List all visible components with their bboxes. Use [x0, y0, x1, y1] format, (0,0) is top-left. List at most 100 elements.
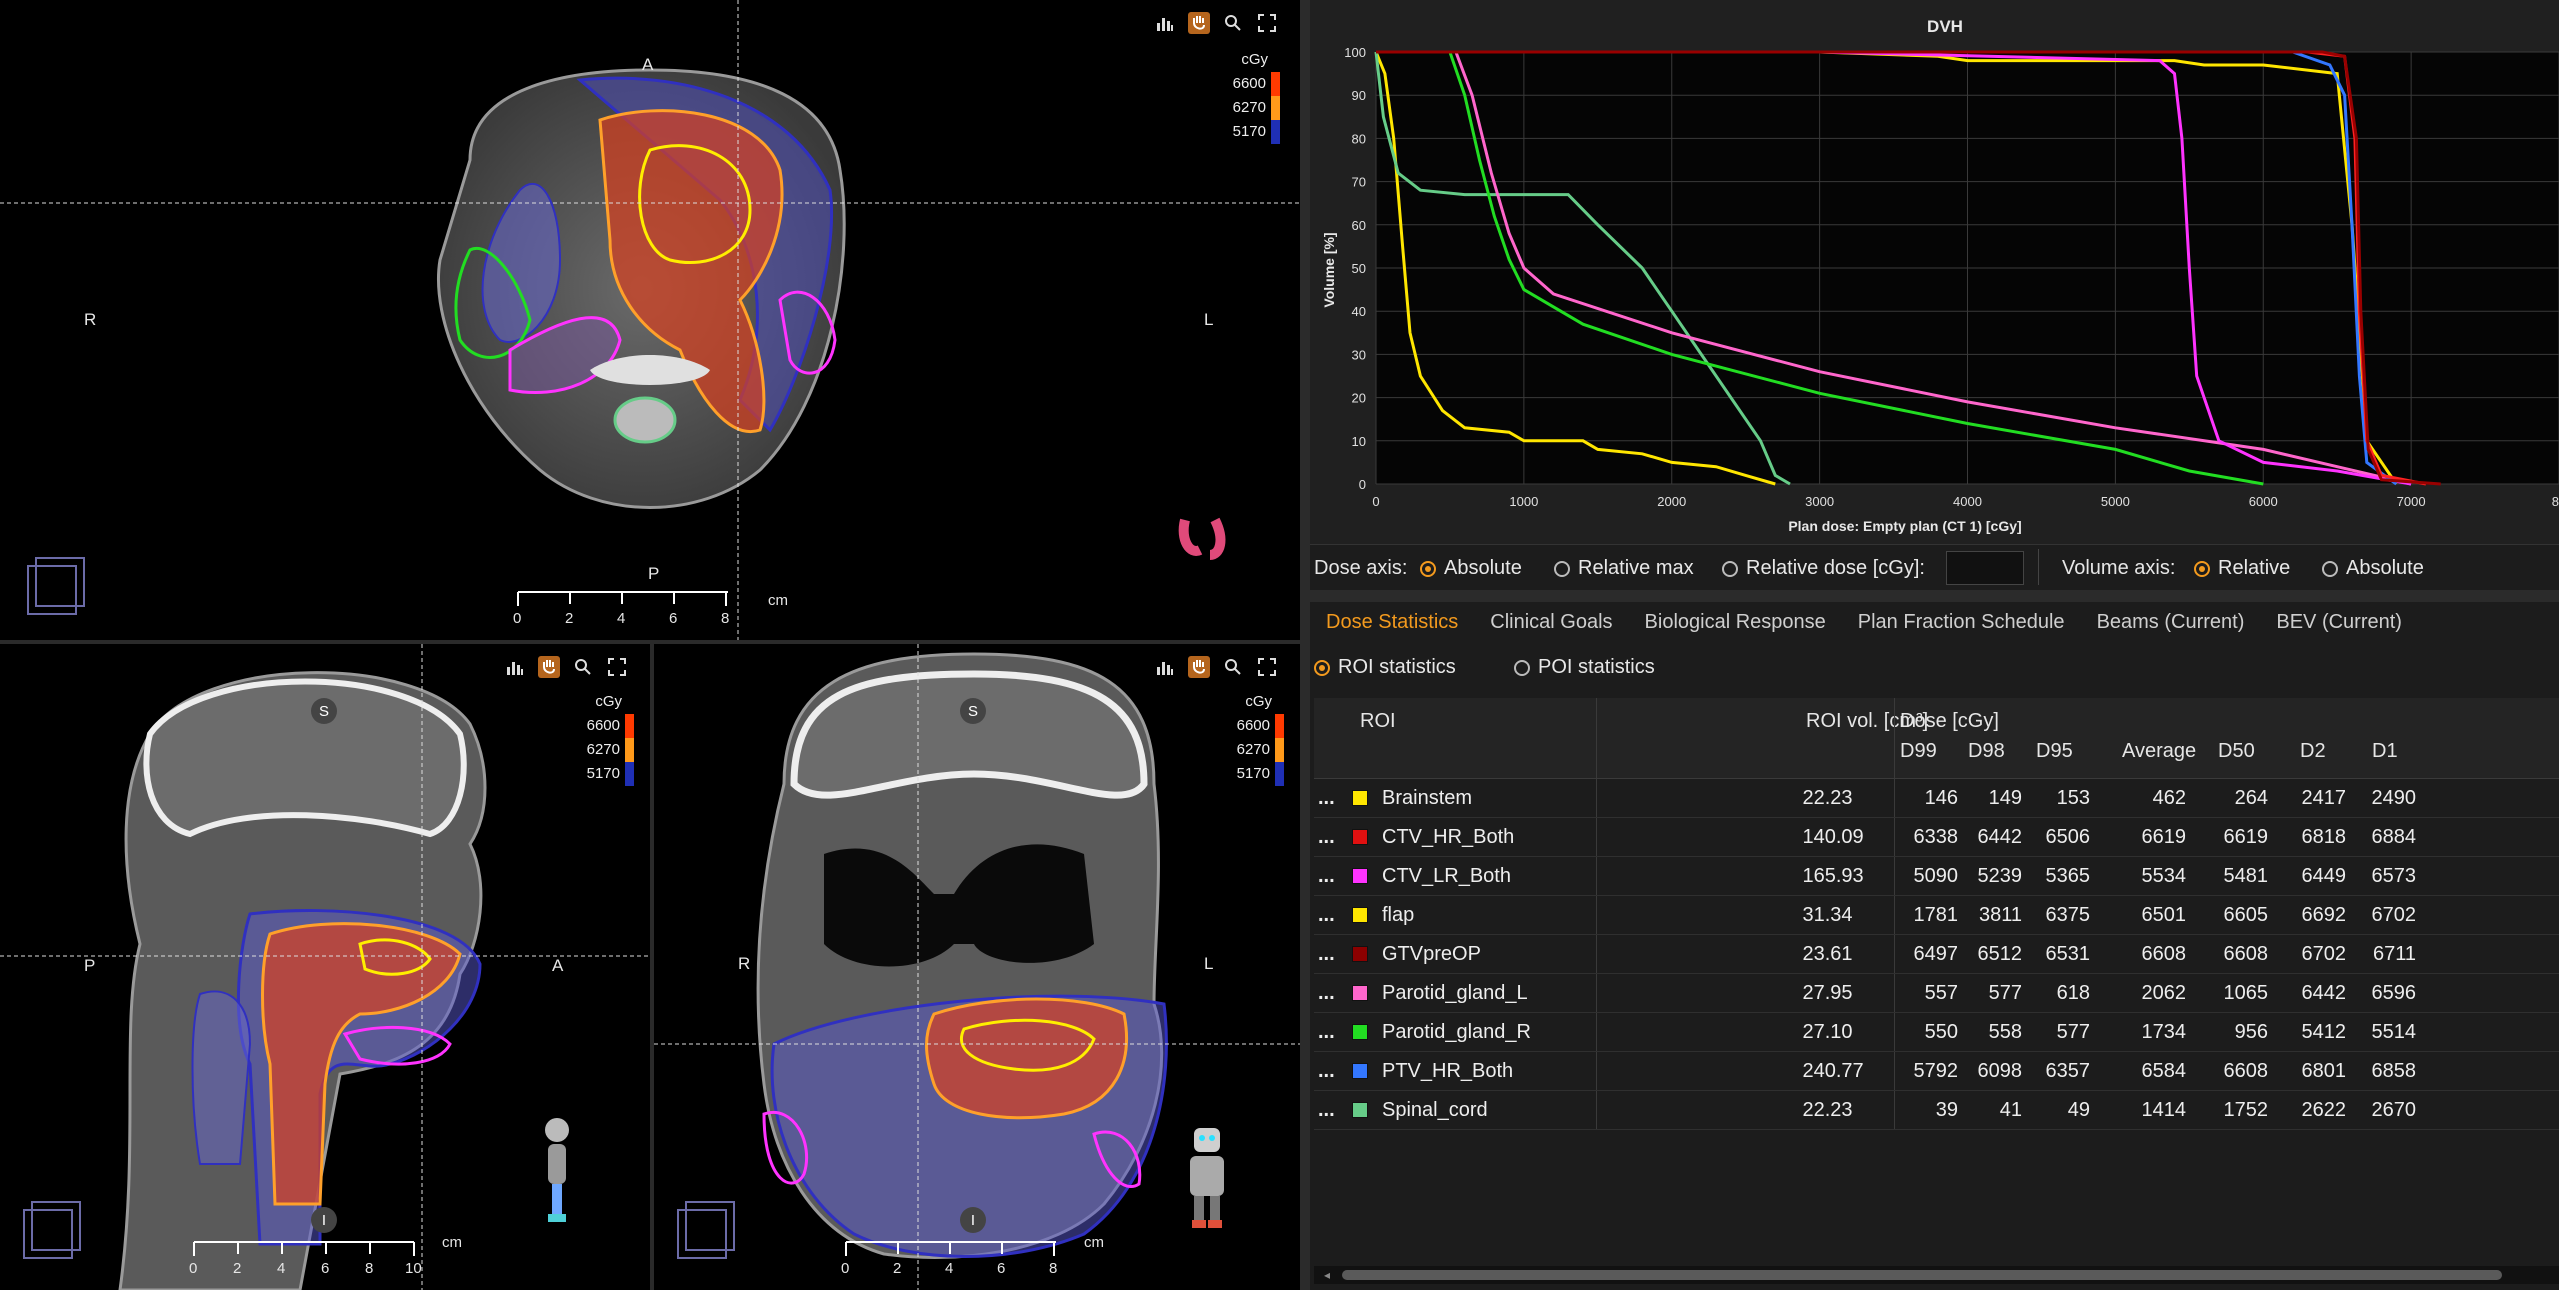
y-tick-label: 40 — [1352, 304, 1366, 319]
legend-level-mid: 6270 — [1232, 99, 1266, 116]
tab-biological-response[interactable]: Biological Response — [1629, 602, 1842, 642]
x-tick-label: 2000 — [1657, 494, 1686, 509]
histogram-icon[interactable] — [1154, 12, 1176, 34]
dose-value: 6506 — [2030, 817, 2098, 857]
coronal-viewport[interactable]: S I R L cGy 6600 6270 5170 0 2 4 6 8 cm — [654, 644, 1300, 1290]
d99-column-header[interactable]: D99 — [1900, 740, 1937, 763]
row-menu-button[interactable]: ... — [1314, 817, 1348, 857]
x-tick-label: 8 — [2552, 494, 2559, 509]
table-row[interactable]: ... CTV_HR_Both 140.09 6338 6442 6506 6619 6619… — [1314, 817, 2559, 857]
roi-column-header[interactable]: ROI — [1360, 710, 1396, 733]
scroll-left-icon[interactable]: ◂ — [1324, 1268, 1330, 1282]
tab-dose-statistics[interactable]: Dose Statistics — [1310, 602, 1475, 644]
ruler-tick-label: 10 — [405, 1260, 422, 1277]
fullscreen-icon[interactable] — [1256, 12, 1278, 34]
histogram-icon[interactable] — [1154, 656, 1176, 678]
roi-color-swatch — [1352, 985, 1368, 1002]
relative-dose-input[interactable] — [1946, 551, 2024, 585]
dose-group-header: Dose [cGy] — [1900, 710, 1999, 732]
tab-bev-current[interactable]: BEV (Current) — [2260, 602, 2418, 642]
dose-value: 6573 — [2354, 856, 2424, 896]
dose-value: 5514 — [2354, 1012, 2424, 1052]
roi-statistics-radio[interactable]: ROI statistics — [1314, 656, 1456, 679]
zoom-icon[interactable] — [1222, 656, 1244, 678]
radio-label: Relative max — [1578, 557, 1694, 579]
d95-column-header[interactable]: D95 — [2036, 740, 2073, 763]
zoom-icon[interactable] — [1222, 12, 1244, 34]
viewer-toolbar — [1154, 12, 1278, 34]
roi-name: CTV_LR_Both — [1382, 864, 1511, 887]
orientation-figure-icon — [545, 1118, 569, 1222]
row-menu-button[interactable]: ... — [1314, 1090, 1348, 1130]
sagittal-viewport[interactable]: S I P A cGy 6600 6270 5170 0 2 4 6 8 10 … — [0, 644, 650, 1290]
volume-axis-relative-radio[interactable]: Relative — [2194, 557, 2290, 580]
legend-swatch-high — [1275, 714, 1284, 738]
roi-name: Parotid_gland_R — [1382, 1020, 1531, 1043]
d50-column-header[interactable]: D50 — [2218, 740, 2255, 763]
radio-label: Absolute — [2346, 557, 2424, 579]
tab-plan-fraction-schedule[interactable]: Plan Fraction Schedule — [1842, 602, 2081, 642]
dose-value: 462 — [2098, 779, 2194, 818]
dose-value: 146 — [1893, 779, 1964, 818]
dose-value: 6442 — [1964, 817, 2030, 857]
table-row[interactable]: ... Parotid_gland_R 27.10 550 558 577 1734 956 5… — [1314, 1012, 2559, 1052]
dose-value: 6608 — [2194, 1051, 2276, 1091]
table-row[interactable]: ... Brainstem 22.23 146 149 153 462 264 2417 2490 — [1314, 779, 2559, 818]
row-menu-button[interactable]: ... — [1314, 895, 1348, 935]
row-menu-button[interactable]: ... — [1314, 973, 1348, 1013]
table-row[interactable]: ... PTV_HR_Both 240.77 5792 6098 6357 6584 6608… — [1314, 1051, 2559, 1091]
row-menu-button[interactable]: ... — [1314, 779, 1348, 818]
fullscreen-icon[interactable] — [1256, 656, 1278, 678]
dose-value: 558 — [1964, 1012, 2030, 1052]
panel-splitter[interactable] — [1310, 590, 2559, 602]
table-row[interactable]: ... GTVpreOP 23.61 6497 6512 6531 6608 6608 6702… — [1314, 934, 2559, 974]
histogram-icon[interactable] — [504, 656, 526, 678]
horizontal-scrollbar[interactable]: ◂ — [1314, 1266, 2559, 1284]
ruler-tick-label: 8 — [365, 1260, 374, 1277]
d2-column-header[interactable]: D2 — [2300, 740, 2326, 763]
dose-value: 6605 — [2194, 895, 2276, 935]
scrollbar-thumb[interactable] — [1342, 1270, 2502, 1280]
legend-unit: cGy — [595, 693, 622, 710]
dose-value: 5365 — [2030, 856, 2098, 896]
d1-column-header[interactable]: D1 — [2372, 740, 2398, 763]
scale-ruler: 0 2 4 6 8 10 cm — [189, 1234, 462, 1282]
roi-volume: 165.93 — [1595, 856, 1894, 896]
row-menu-button[interactable]: ... — [1314, 856, 1348, 896]
viewer-toolbar — [1154, 656, 1278, 678]
row-menu-button[interactable]: ... — [1314, 1051, 1348, 1091]
table-row[interactable]: ... flap 31.34 1781 3811 6375 6501 6605 6692 6702 — [1314, 895, 2559, 935]
transversal-viewport[interactable]: A P R L cGy 6600 6270 5170 0 2 4 6 8 cm — [0, 0, 1300, 640]
radio-label: ROI statistics — [1338, 656, 1456, 678]
row-menu-button[interactable]: ... — [1314, 934, 1348, 974]
dose-axis-relative-dose-radio[interactable]: Relative dose [cGy]: — [1722, 557, 1925, 580]
poi-statistics-radio[interactable]: POI statistics — [1514, 656, 1655, 679]
average-column-header[interactable]: Average — [2122, 740, 2196, 763]
d98-column-header[interactable]: D98 — [1968, 740, 2005, 763]
table-row[interactable]: ... CTV_LR_Both 165.93 5090 5239 5365 5534 5481… — [1314, 856, 2559, 896]
ruler-tick-label: 8 — [721, 610, 730, 627]
tab-beams-current[interactable]: Beams (Current) — [2081, 602, 2261, 642]
row-menu-button[interactable]: ... — [1314, 1012, 1348, 1052]
orient-left-label: R — [738, 954, 751, 973]
ruler-tick-label: 6 — [321, 1260, 330, 1277]
roi-name: PTV_HR_Both — [1382, 1059, 1514, 1082]
fullscreen-icon[interactable] — [606, 656, 628, 678]
chart-title: DVH — [1927, 17, 1963, 36]
dose-value: 6596 — [2354, 973, 2424, 1013]
pan-hand-icon[interactable] — [1188, 12, 1210, 34]
volume-axis-absolute-radio[interactable]: Absolute — [2322, 557, 2424, 580]
dose-axis-absolute-radio[interactable]: Absolute — [1420, 557, 1522, 580]
pan-hand-icon[interactable] — [538, 656, 560, 678]
main-splitter[interactable] — [1300, 0, 1310, 1290]
pan-hand-icon[interactable] — [1188, 656, 1210, 678]
dose-axis-relative-max-radio[interactable]: Relative max — [1554, 557, 1694, 580]
zoom-icon[interactable] — [572, 656, 594, 678]
dose-value: 2670 — [2354, 1090, 2424, 1130]
tab-clinical-goals[interactable]: Clinical Goals — [1474, 602, 1628, 642]
ruler-tick-label: 0 — [513, 610, 522, 627]
table-row[interactable]: ... Parotid_gland_L 27.95 557 577 618 2062 1065… — [1314, 973, 2559, 1013]
table-row[interactable]: ... Spinal_cord 22.23 39 41 49 1414 1752 2622 267… — [1314, 1090, 2559, 1130]
orient-left-label: R — [84, 310, 97, 329]
dose-value: 5792 — [1893, 1051, 1964, 1091]
